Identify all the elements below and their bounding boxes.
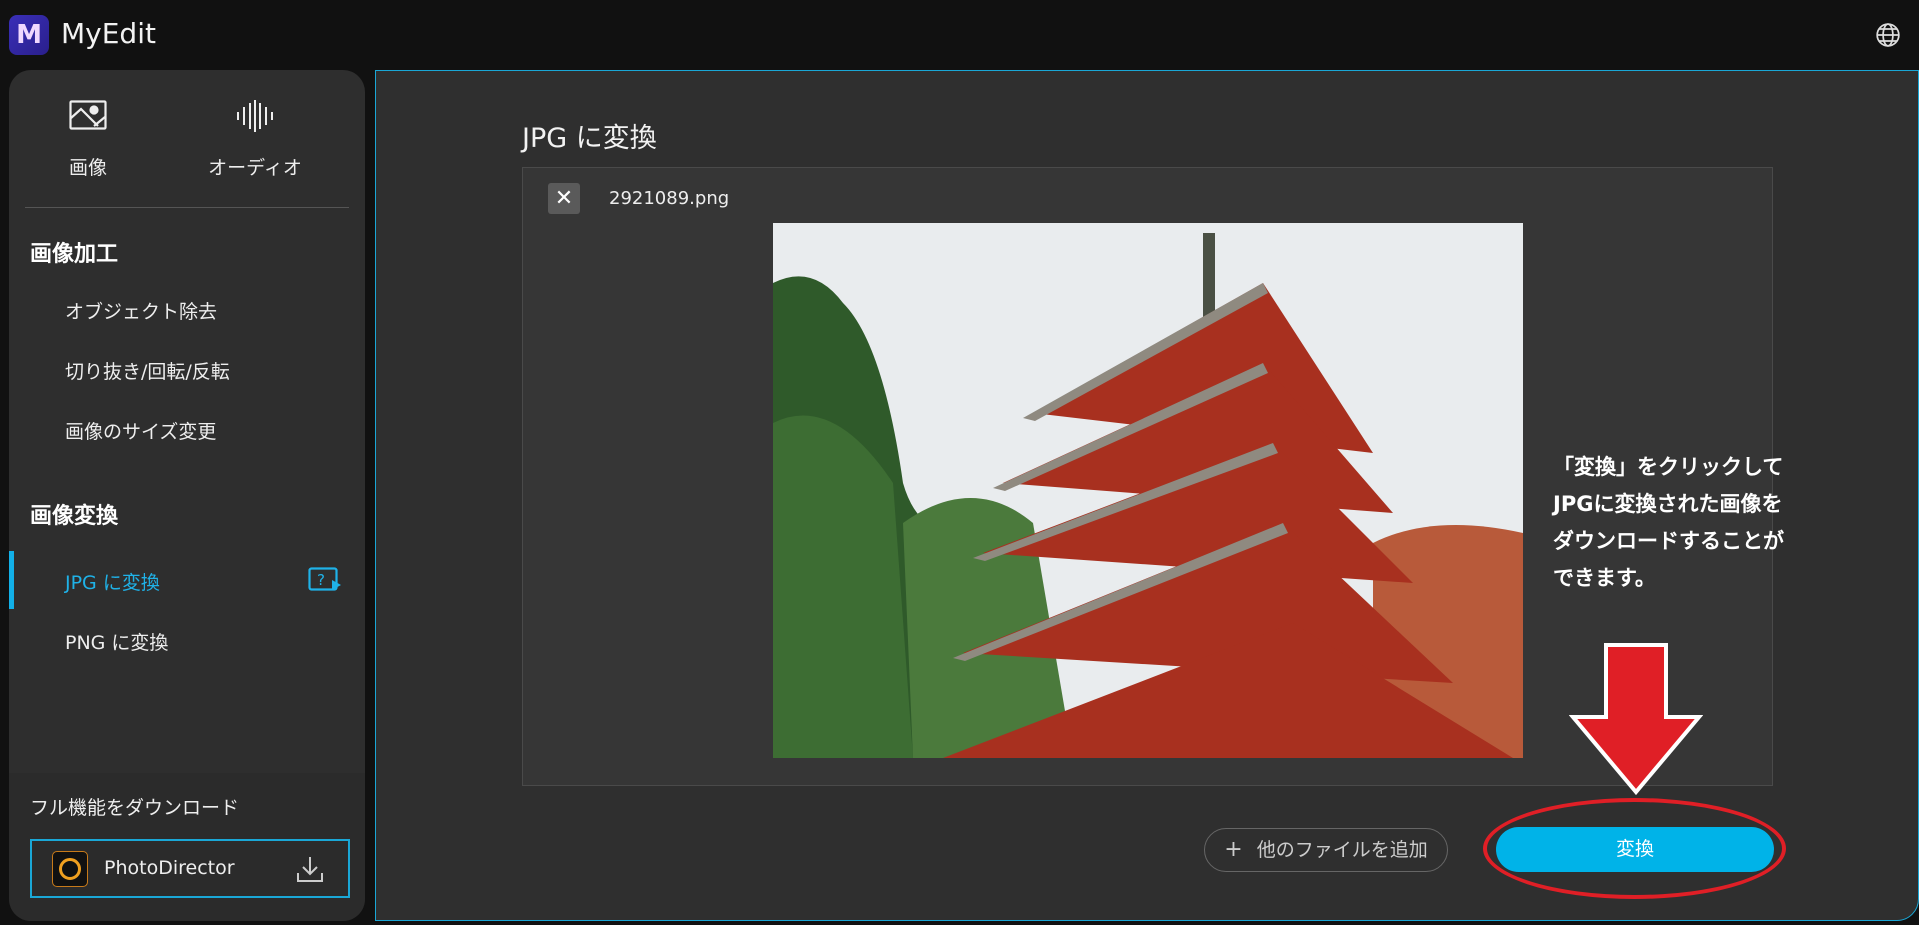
divider: [25, 207, 349, 208]
close-icon: ✕: [554, 186, 574, 211]
active-indicator: [9, 551, 14, 609]
svg-text:?: ?: [317, 571, 325, 589]
plus-icon: +: [1224, 837, 1243, 862]
download-section: フル機能をダウンロード PhotoDirector: [9, 773, 365, 921]
help-video-icon[interactable]: ?: [308, 567, 342, 593]
photodirector-logo: [52, 851, 88, 887]
sidebar-item-object-removal[interactable]: オブジェクト除去: [65, 297, 217, 324]
sidebar-item-png-convert[interactable]: PNG に変換: [65, 628, 168, 655]
sidebar-item-crop-rotate[interactable]: 切り抜き/回転/反転: [65, 357, 230, 384]
myedit-logo[interactable]: M: [9, 15, 49, 55]
annotation-arrow-down-icon: [1569, 643, 1703, 796]
add-files-label: 他のファイルを追加: [1256, 839, 1428, 861]
globe-icon[interactable]: [1875, 22, 1901, 48]
app-title[interactable]: MyEdit: [61, 17, 156, 50]
image-icon: [69, 100, 107, 130]
download-label: フル機能をダウンロード: [30, 797, 240, 819]
sidebar-item-resize[interactable]: 画像のサイズ変更: [65, 417, 216, 444]
annotation-ellipse: [1483, 798, 1786, 899]
tab-label: 画像: [68, 157, 107, 179]
image-preview: [773, 223, 1523, 758]
file-name: 2921089.png: [609, 188, 730, 209]
tab-audio[interactable]: オーディオ: [195, 100, 315, 180]
section-heading: 画像加工: [30, 242, 119, 267]
top-bar: M MyEdit: [0, 0, 1919, 70]
tab-image[interactable]: 画像: [28, 100, 148, 180]
main-panel: JPG に変換 ✕ 2921089.png 「変換」をクリックして JPGに変換…: [375, 70, 1919, 921]
sidebar-item-jpg-convert[interactable]: JPG に変換: [65, 568, 160, 595]
audio-wave-icon: [237, 100, 273, 132]
photodirector-download-button[interactable]: PhotoDirector: [30, 839, 350, 898]
download-icon: [297, 857, 323, 882]
section-heading: 画像変換: [30, 504, 119, 529]
remove-file-button[interactable]: ✕: [548, 183, 580, 214]
page-title: JPG に変換: [522, 123, 657, 154]
tab-label: オーディオ: [208, 157, 302, 179]
annotation-text: 「変換」をクリックして JPGに変換された画像を ダウンロードすることが できま…: [1553, 455, 1784, 590]
sidebar: 画像 オーディオ 画像加工 オブジェクト除去 切り抜き/回転/反転 画像のサイズ…: [9, 70, 365, 921]
add-files-button[interactable]: + 他のファイルを追加: [1204, 828, 1448, 872]
photodirector-name: PhotoDirector: [104, 857, 235, 879]
